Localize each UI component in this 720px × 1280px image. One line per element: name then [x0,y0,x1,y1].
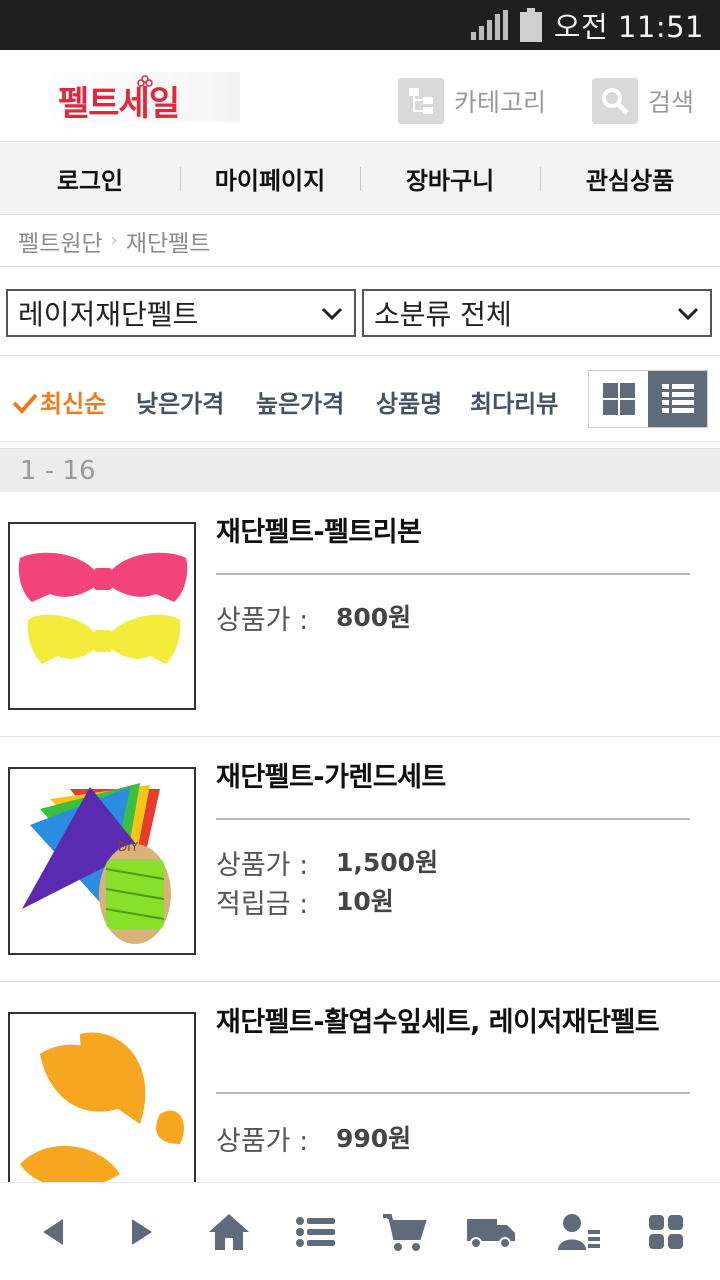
bottom-nav [0,1182,720,1280]
sort-name[interactable]: 상품명 [376,384,442,419]
sort-bar: 최신순 낮은가격 높은가격 상품명 최다리뷰 [0,356,720,442]
product-divider [216,818,690,820]
status-time: 오전 11:51 [553,10,704,44]
delivery-truck-icon [467,1218,516,1249]
list-icon [296,1216,336,1247]
product-item[interactable]: 재단펠트-활엽수잎세트, 레이저재단펠트 상품가 : 990원 [0,982,720,1182]
home-button[interactable] [194,1202,264,1262]
product-list: 재단펠트-펠트리본 상품가 : 800원 DIY 재단펠트-가렌드세트 상품가 … [0,492,720,1182]
diy-tag-text: DIY [118,840,139,854]
cart-icon [382,1213,427,1251]
top-nav: 로그인 마이페이지 장바구니 관심상품 [0,143,720,215]
signal-icon [470,10,508,40]
nav-mypage[interactable]: 마이페이지 [180,161,360,196]
nav-login[interactable]: 로그인 [0,161,180,196]
home-icon [208,1213,249,1250]
product-points-row: 적립금 : 10원 [216,882,394,921]
search-label: 검색 [648,88,695,117]
price-value: 990원 [336,1124,412,1153]
category-select-value: 레이저재단펠트 [18,298,199,331]
search-button[interactable]: 검색 [592,78,694,124]
product-divider [216,573,690,575]
nav-cart[interactable]: 장바구니 [360,161,540,196]
chevron-down-icon [321,307,343,321]
grid-view-icon [602,383,635,415]
my-account-button[interactable] [544,1202,614,1262]
sort-newest[interactable]: 최신순 [40,384,106,419]
grid-view-button[interactable] [589,371,648,427]
view-toggle [588,370,708,428]
breadcrumb-separator-icon: › [110,230,118,251]
search-icon [592,78,638,124]
product-item[interactable]: 재단펠트-펠트리본 상품가 : 800원 [0,492,720,737]
sort-low-price[interactable]: 낮은가격 [136,384,224,419]
breadcrumb-item[interactable]: 재단펠트 [126,224,211,258]
breadcrumb-item[interactable]: 펠트원단 [18,224,103,258]
price-value: 800원 [336,603,412,632]
product-name[interactable]: 재단펠트-펠트리본 [216,516,696,550]
back-icon [42,1218,63,1245]
price-label: 상품가 : [216,605,309,636]
delivery-button[interactable] [456,1202,526,1262]
product-thumbnail[interactable] [8,1012,196,1182]
product-price-row: 상품가 : 800원 [216,598,411,637]
points-value: 10원 [336,887,394,916]
forward-button[interactable] [106,1202,176,1262]
checkmark-icon [12,393,38,414]
price-label: 상품가 : [216,1126,309,1157]
logo-flower-icon [137,75,153,87]
price-value: 1,500원 [336,848,439,877]
breadcrumb: 펠트원단 › 재단펠트 [0,215,720,267]
back-button[interactable] [19,1202,89,1262]
product-price-row: 상품가 : 1,500원 [216,843,438,882]
status-bar: 오전 11:51 [0,0,720,50]
list-view-icon [661,384,694,413]
site-header: 펠트세일 카테고리 검색 [0,50,720,142]
all-menu-button[interactable] [631,1202,701,1262]
product-thumbnail[interactable]: DIY [8,767,196,955]
product-divider [216,1092,690,1094]
user-list-icon [557,1213,600,1250]
forward-icon [132,1218,153,1245]
category-select[interactable]: 레이저재단펠트 [6,289,356,337]
category-button[interactable]: 카테고리 [398,78,546,124]
product-thumbnail[interactable] [8,522,196,710]
product-name[interactable]: 재단펠트-활엽수잎세트, 레이저재단펠트 [216,1006,696,1040]
logo-text: 펠트세일 [58,84,180,124]
filter-bar: 레이저재단펠트 소분류 전체 [0,268,720,356]
site-logo[interactable]: 펠트세일 [18,72,240,124]
sort-high-price[interactable]: 높은가격 [256,384,344,419]
points-label: 적립금 : [216,889,309,920]
list-view-button[interactable] [648,371,707,427]
product-item[interactable]: DIY 재단펠트-가렌드세트 상품가 : 1,500원 적립금 : 10원 [0,737,720,982]
category-label: 카테고리 [454,88,547,117]
chevron-down-icon [677,307,699,321]
grid-menu-icon [649,1214,684,1249]
subcategory-select-value: 소분류 전체 [374,298,512,331]
sort-most-reviews[interactable]: 최다리뷰 [470,384,558,419]
category-tree-icon [398,78,444,124]
subcategory-select[interactable]: 소분류 전체 [362,289,712,337]
nav-wishlist[interactable]: 관심상품 [540,161,720,196]
menu-list-button[interactable] [281,1202,351,1262]
cart-button[interactable] [369,1202,439,1262]
product-price-row: 상품가 : 990원 [216,1119,411,1158]
battery-icon [519,8,542,42]
price-label: 상품가 : [216,850,309,881]
product-name[interactable]: 재단펠트-가렌드세트 [216,761,696,795]
result-count: 1 - 16 [0,448,720,492]
